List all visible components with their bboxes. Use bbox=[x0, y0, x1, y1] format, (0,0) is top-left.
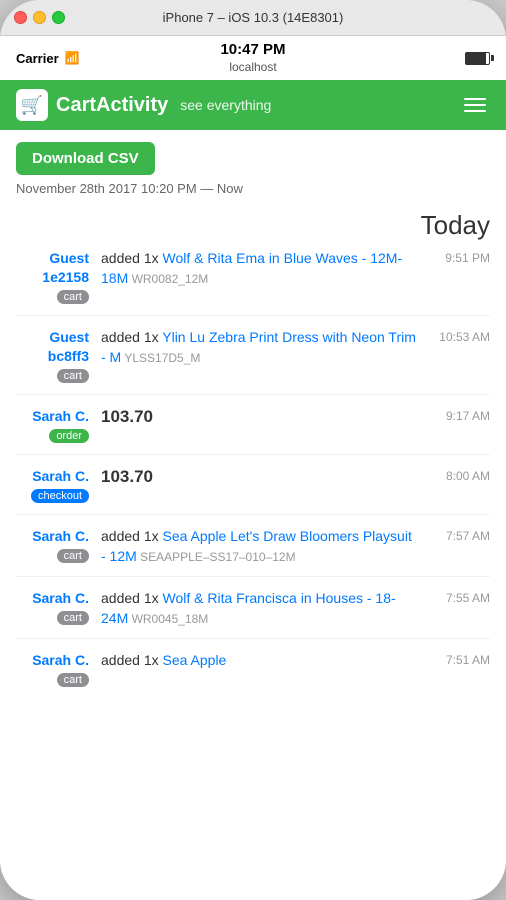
product-sku: WR0082_12M bbox=[128, 272, 208, 286]
mac-titlebar: iPhone 7 – iOS 10.3 (14E8301) bbox=[0, 0, 506, 36]
user-name[interactable]: Sarah C. bbox=[32, 528, 89, 544]
activity-text: added 1x Sea Apple Let's Draw Bloomers P… bbox=[101, 527, 420, 566]
app-title: CartActivity bbox=[56, 94, 168, 117]
carrier-label: Carrier bbox=[16, 51, 59, 66]
activity-column: added 1x Wolf & Rita Ema in Blue Waves -… bbox=[101, 249, 420, 288]
activity-text: added 1x Ylin Lu Zebra Print Dress with … bbox=[101, 328, 420, 367]
minimize-dot[interactable] bbox=[33, 11, 46, 24]
app-subtitle: see everything bbox=[180, 97, 271, 113]
window-title: iPhone 7 – iOS 10.3 (14E8301) bbox=[163, 10, 344, 25]
activity-amount: 103.70 bbox=[101, 407, 420, 427]
user-name[interactable]: Sarah C. bbox=[32, 408, 89, 424]
activity-item: Sarah C. cart added 1x Sea Apple7:51 AM bbox=[16, 651, 490, 698]
activity-badge: checkout bbox=[31, 489, 89, 503]
activity-column: added 1x Wolf & Rita Francisca in Houses… bbox=[101, 589, 420, 628]
activity-text: added 1x Sea Apple bbox=[101, 651, 420, 671]
battery-icon bbox=[465, 52, 490, 65]
activity-text: added 1x Wolf & Rita Ema in Blue Waves -… bbox=[101, 249, 420, 288]
app-logo-icon: 🛒 bbox=[16, 89, 48, 121]
mac-window-controls bbox=[14, 11, 65, 24]
user-name[interactable]: Sarah C. bbox=[32, 468, 89, 484]
download-csv-button[interactable]: Download CSV bbox=[16, 142, 155, 175]
product-sku: WR0045_18M bbox=[128, 612, 208, 626]
wifi-icon: 📶 bbox=[65, 51, 80, 65]
fullscreen-dot[interactable] bbox=[52, 11, 65, 24]
activity-badge: cart bbox=[57, 673, 89, 687]
user-column: Sarah C. checkout bbox=[16, 467, 101, 504]
user-name[interactable]: Sarah C. bbox=[32, 652, 89, 668]
app-header-left: 🛒 CartActivity see everything bbox=[16, 89, 271, 121]
hamburger-line bbox=[464, 110, 486, 112]
ios-statusbar: Carrier 📶 10:47 PM localhost bbox=[0, 36, 506, 80]
activity-item: Sarah C. cart added 1x Sea Apple Let's Dra… bbox=[16, 527, 490, 577]
activity-column: added 1x Ylin Lu Zebra Print Dress with … bbox=[101, 328, 420, 367]
status-right bbox=[332, 52, 490, 65]
activity-item: Guest 1e2158 cart added 1x Wolf & Rita Ema… bbox=[16, 249, 490, 316]
user-name[interactable]: Guest bc8ff3 bbox=[48, 329, 89, 364]
battery-fill bbox=[466, 53, 486, 64]
activity-time: 10:53 AM bbox=[420, 328, 490, 344]
hamburger-line bbox=[464, 98, 486, 100]
status-time: 10:47 PM bbox=[174, 41, 332, 58]
activity-badge: cart bbox=[57, 369, 89, 383]
phone-shell: iPhone 7 – iOS 10.3 (14E8301) Carrier 📶 … bbox=[0, 0, 506, 900]
activity-text: added 1x Wolf & Rita Francisca in Houses… bbox=[101, 589, 420, 628]
product-link[interactable]: Sea Apple bbox=[163, 652, 227, 668]
activity-item: Guest bc8ff3 cart added 1x Ylin Lu Zebra P… bbox=[16, 328, 490, 395]
activity-time: 7:51 AM bbox=[420, 651, 490, 667]
activity-item: Sarah C. checkout 103.708:00 AM bbox=[16, 467, 490, 515]
content-area[interactable]: Download CSV November 28th 2017 10:20 PM… bbox=[0, 130, 506, 900]
activity-time: 7:57 AM bbox=[420, 527, 490, 543]
activity-column: added 1x Sea Apple Let's Draw Bloomers P… bbox=[101, 527, 420, 566]
activity-column: added 1x Sea Apple bbox=[101, 651, 420, 671]
activity-time: 9:51 PM bbox=[420, 249, 490, 265]
activity-item: Sarah C. order 103.709:17 AM bbox=[16, 407, 490, 455]
hamburger-line bbox=[464, 104, 486, 106]
activity-badge: cart bbox=[57, 611, 89, 625]
status-center: 10:47 PM localhost bbox=[174, 41, 332, 76]
activity-time: 9:17 AM bbox=[420, 407, 490, 423]
activity-time: 8:00 AM bbox=[420, 467, 490, 483]
activity-badge: cart bbox=[57, 549, 89, 563]
date-range-label: November 28th 2017 10:20 PM — Now bbox=[16, 181, 490, 196]
hamburger-menu-button[interactable] bbox=[460, 94, 490, 116]
activity-column: 103.70 bbox=[101, 467, 420, 487]
product-sku: SEAAPPLE–SS17–010–12M bbox=[137, 550, 296, 564]
activity-amount: 103.70 bbox=[101, 467, 420, 487]
user-column: Guest bc8ff3 cart bbox=[16, 328, 101, 384]
activity-item: Sarah C. cart added 1x Wolf & Rita Francis… bbox=[16, 589, 490, 639]
close-dot[interactable] bbox=[14, 11, 27, 24]
activity-list: Guest 1e2158 cart added 1x Wolf & Rita Ema… bbox=[16, 249, 490, 698]
activity-badge: order bbox=[49, 429, 89, 443]
today-heading: Today bbox=[16, 210, 490, 241]
user-column: Sarah C. cart bbox=[16, 527, 101, 564]
user-column: Sarah C. cart bbox=[16, 589, 101, 626]
user-name[interactable]: Sarah C. bbox=[32, 590, 89, 606]
activity-column: 103.70 bbox=[101, 407, 420, 427]
activity-badge: cart bbox=[57, 290, 89, 304]
user-column: Sarah C. cart bbox=[16, 651, 101, 688]
user-column: Guest 1e2158 cart bbox=[16, 249, 101, 305]
user-column: Sarah C. order bbox=[16, 407, 101, 444]
product-sku: YLSS17D5_M bbox=[121, 351, 200, 365]
app-header: 🛒 CartActivity see everything bbox=[0, 80, 506, 130]
user-name[interactable]: Guest 1e2158 bbox=[42, 250, 89, 285]
status-left: Carrier 📶 bbox=[16, 51, 174, 66]
activity-time: 7:55 AM bbox=[420, 589, 490, 605]
status-url: localhost bbox=[229, 60, 276, 74]
